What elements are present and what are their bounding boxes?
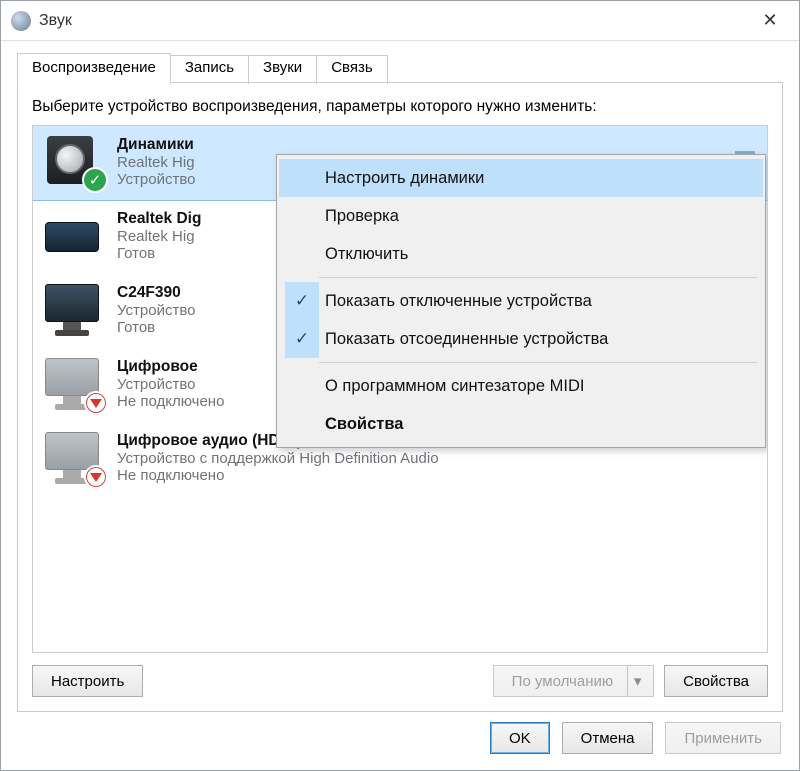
checkmark-icon: ✓	[285, 320, 319, 358]
monitor-icon	[41, 430, 105, 486]
tab-label: Воспроизведение	[32, 59, 156, 76]
device-list[interactable]: ✓ДинамикиRealtek HigУстройствоRealtek Di…	[32, 125, 768, 653]
default-device-check-icon: ✓	[82, 167, 108, 193]
context-menu-label: Проверка	[319, 207, 399, 226]
context-menu-item[interactable]: Отключить	[279, 235, 763, 273]
panel-button-row: Настроить По умолчанию ▾ Свойства	[32, 665, 768, 697]
close-icon: ✕	[762, 10, 777, 31]
button-label: Настроить	[51, 673, 124, 690]
tab-sounds[interactable]: Звуки	[248, 55, 317, 84]
menu-separator	[319, 362, 757, 363]
checkmark-icon: ✓	[285, 282, 319, 320]
tab-recording[interactable]: Запись	[170, 55, 249, 84]
button-label: OK	[509, 730, 531, 747]
chevron-down-icon: ▾	[627, 666, 647, 696]
sound-dialog: Звук ✕ Воспроизведение Запись Звуки Связ…	[0, 0, 800, 771]
context-menu-item[interactable]: Свойства	[279, 405, 763, 443]
context-menu-label: Отключить	[319, 245, 408, 264]
sound-app-icon	[11, 11, 31, 31]
cancel-button[interactable]: Отмена	[562, 722, 654, 754]
configure-button[interactable]: Настроить	[32, 665, 143, 697]
button-label: Отмена	[581, 730, 635, 747]
button-label: По умолчанию	[512, 673, 613, 690]
disconnected-badge-icon	[84, 391, 108, 415]
tab-label: Звуки	[263, 59, 302, 76]
disconnected-badge-icon	[84, 465, 108, 489]
ok-button[interactable]: OK	[490, 722, 550, 754]
tab-playback[interactable]: Воспроизведение	[17, 53, 171, 83]
context-menu-item[interactable]: О программном синтезаторе MIDI	[279, 367, 763, 405]
context-menu-item[interactable]: ✓Показать отключенные устройства	[279, 282, 763, 320]
instruction-text: Выберите устройство воспроизведения, пар…	[32, 97, 768, 117]
tab-panel: Выберите устройство воспроизведения, пар…	[17, 82, 783, 712]
titlebar: Звук ✕	[1, 1, 799, 41]
dialog-button-row: OK Отмена Применить	[1, 722, 799, 770]
context-menu-item[interactable]: ✓Показать отсоединенные устройства	[279, 320, 763, 358]
properties-button[interactable]: Свойства	[664, 665, 768, 697]
monitor-icon	[41, 356, 105, 412]
window-title: Звук	[39, 12, 72, 30]
button-label: Свойства	[683, 673, 749, 690]
button-label: Применить	[684, 730, 762, 747]
menu-separator	[319, 277, 757, 278]
context-menu-label: Показать отключенные устройства	[319, 292, 592, 311]
context-menu-label: Показать отсоединенные устройства	[319, 330, 608, 349]
monitor-icon	[41, 282, 105, 338]
device-driver: Устройство с поддержкой High Definition …	[117, 450, 759, 467]
device-status: Не подключено	[117, 467, 759, 484]
close-button[interactable]: ✕	[745, 2, 795, 40]
apply-button[interactable]: Применить	[665, 722, 781, 754]
context-menu-label: Настроить динамики	[319, 169, 484, 188]
tab-label: Запись	[185, 59, 234, 76]
context-menu: Настроить динамикиПроверкаОтключить✓Пока…	[276, 154, 766, 448]
context-menu-item[interactable]: Проверка	[279, 197, 763, 235]
tab-label: Связь	[331, 59, 372, 76]
audio-device-icon	[41, 208, 105, 264]
speaker-icon: ✓	[41, 134, 105, 190]
tab-communications[interactable]: Связь	[316, 55, 387, 84]
device-title: Динамики	[117, 136, 727, 154]
context-menu-label: О программном синтезаторе MIDI	[319, 377, 584, 396]
context-menu-item[interactable]: Настроить динамики	[279, 159, 763, 197]
set-default-dropdown[interactable]: По умолчанию ▾	[493, 665, 654, 697]
context-menu-label: Свойства	[319, 415, 403, 434]
tab-strip: Воспроизведение Запись Звуки Связь	[1, 41, 799, 82]
